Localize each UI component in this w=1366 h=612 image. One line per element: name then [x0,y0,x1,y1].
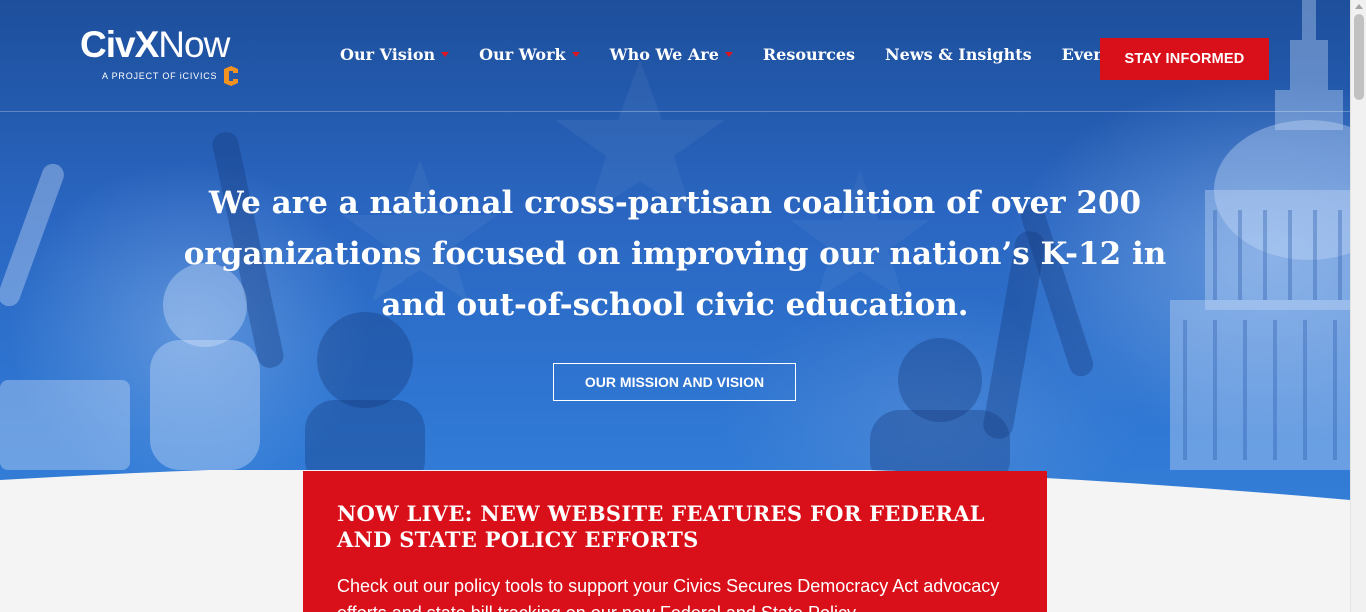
nav-label: News & Insights [885,45,1032,64]
icivics-badge-icon [224,66,238,86]
announcement-title: NOW LIVE: NEW WEBSITE FEATURES FOR FEDER… [337,501,985,552]
announcement-card: NOW LIVE: NEW WEBSITE FEATURES FOR FEDER… [303,471,1047,612]
dropdown-caret-icon [571,52,580,57]
dropdown-caret-icon [441,52,450,57]
nav-our-work[interactable]: Our Work [479,45,580,64]
nav-label: Our Vision [340,45,436,64]
civxnow-logo[interactable]: CivXNow A PROJECT OF iCIVICS [80,25,270,89]
nav-news-insights[interactable]: News & Insights [885,45,1032,64]
site-header: CivXNow A PROJECT OF iCIVICS Our Vision … [0,0,1350,112]
dropdown-caret-icon [724,52,733,57]
mission-vision-button[interactable]: OUR MISSION AND VISION [553,363,796,401]
nav-our-vision[interactable]: Our Vision [340,45,450,64]
logo-tagline: A PROJECT OF iCIVICS [102,71,218,81]
main-navigation: Our Vision Our Work Who We Are Resources… [340,45,1151,64]
scroll-up-arrow-icon[interactable] [1355,4,1363,9]
page-scrollbar[interactable] [1350,0,1366,612]
hero-headline: We are a national cross-partisan coaliti… [183,185,1167,323]
scrollbar-thumb[interactable] [1354,14,1364,100]
nav-resources[interactable]: Resources [763,45,855,64]
nav-who-we-are[interactable]: Who We Are [610,45,733,64]
nav-label: Our Work [479,45,566,64]
stay-informed-button[interactable]: STAY INFORMED [1100,38,1269,80]
nav-label: Who We Are [609,45,719,64]
logo-wordmark: CivXNow [80,24,230,65]
announcement-body: Check out our policy tools to support yo… [337,576,1000,612]
nav-label: Resources [762,45,856,64]
